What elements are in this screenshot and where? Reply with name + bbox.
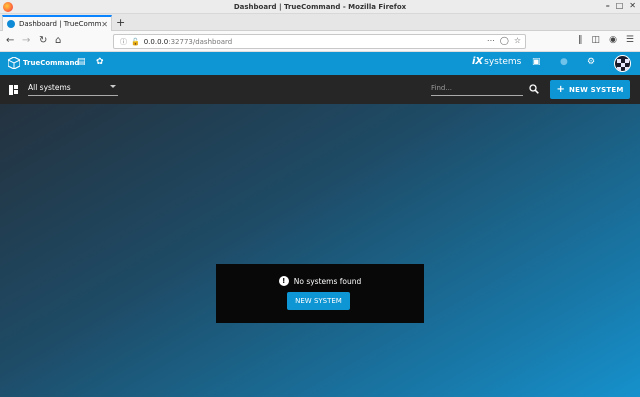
reader-icon[interactable]: ◉ xyxy=(609,35,617,45)
plus-icon: + xyxy=(556,84,566,95)
truecommand-logo[interactable]: TrueCommand xyxy=(8,57,79,69)
browser-tab[interactable]: Dashboard | TrueCommand ✕ xyxy=(2,15,112,31)
ix-mark: iX xyxy=(472,56,484,67)
tab-title: Dashboard | TrueCommand xyxy=(19,20,102,28)
dashboard-grid-icon[interactable] xyxy=(9,85,19,95)
image-icon[interactable]: ▤ xyxy=(77,57,86,67)
url-actions: ⋯ ◯ ☆ xyxy=(487,36,521,45)
url-bar[interactable]: ⓘ 🔓 0.0.0.0:32773/dashboard ⋯ ◯ ☆ xyxy=(113,34,526,49)
news-icon[interactable]: ▣ xyxy=(532,57,541,67)
info-icon[interactable]: ⓘ xyxy=(120,37,127,47)
chevron-down-icon xyxy=(110,85,116,88)
maximize-icon[interactable]: □ xyxy=(616,1,624,10)
new-tab-button[interactable]: + xyxy=(116,16,125,29)
app-header: TrueCommand ▤ ✿ iX systems ▣ ● ⚙ xyxy=(0,52,640,75)
library-icon[interactable]: ‖ xyxy=(578,35,583,45)
gear-icon[interactable]: ⚙ xyxy=(587,57,595,67)
user-avatar[interactable] xyxy=(614,55,631,72)
window-title: Dashboard | TrueCommand - Mozilla Firefo… xyxy=(233,2,407,11)
system-select-value: All systems xyxy=(28,83,71,92)
palette-icon[interactable]: ✿ xyxy=(96,57,104,67)
sidebar-icon[interactable]: ◫ xyxy=(592,35,601,45)
bell-icon[interactable]: ● xyxy=(560,57,568,67)
tab-close-icon[interactable]: ✕ xyxy=(101,20,108,29)
firefox-logo-icon xyxy=(3,2,13,12)
brand-name: TrueCommand xyxy=(23,59,80,67)
info-icon: ! xyxy=(278,276,289,286)
truecommand-cube-icon xyxy=(8,57,20,69)
url-path: :32773/dashboard xyxy=(168,37,233,46)
reload-icon[interactable]: ↻ xyxy=(39,35,47,47)
home-icon[interactable]: ⌂ xyxy=(55,35,61,47)
empty-state-message: ! No systems found xyxy=(216,276,424,286)
find-input[interactable]: Find... xyxy=(431,81,523,96)
truecommand-favicon-icon xyxy=(7,20,15,28)
new-system-button[interactable]: + NEW SYSTEM xyxy=(550,80,630,99)
close-window-icon[interactable]: ✕ xyxy=(629,1,636,10)
search-icon[interactable] xyxy=(529,84,539,94)
empty-state-card: ! No systems found NEW SYSTEM xyxy=(216,264,424,323)
tab-strip: Dashboard | TrueCommand ✕ + xyxy=(0,14,640,31)
page-actions-icon[interactable]: ⋯ xyxy=(487,36,495,45)
empty-new-system-button[interactable]: NEW SYSTEM xyxy=(287,292,350,310)
vendor-name: systems xyxy=(484,56,522,67)
empty-state-text: No systems found xyxy=(293,276,362,286)
dashboard-area: ! No systems found NEW SYSTEM xyxy=(0,104,640,397)
pocket-icon[interactable]: ◯ xyxy=(500,36,509,45)
forward-arrow-icon[interactable]: → xyxy=(22,35,30,47)
insecure-lock-icon[interactable]: 🔓 xyxy=(131,38,140,46)
browser-toolbar-right: ‖ ◫ ◉ ☰ xyxy=(578,35,634,45)
system-select[interactable]: All systems xyxy=(28,81,118,96)
systems-toolbar: All systems Find... + NEW SYSTEM xyxy=(0,75,640,104)
new-system-label: NEW SYSTEM xyxy=(569,85,624,94)
hamburger-menu-icon[interactable]: ☰ xyxy=(626,35,634,45)
window-controls: – □ ✕ xyxy=(606,1,636,10)
minimize-icon[interactable]: – xyxy=(606,1,610,10)
back-arrow-icon[interactable]: ← xyxy=(6,35,14,47)
bookmark-star-icon[interactable]: ☆ xyxy=(514,36,521,45)
window-titlebar: Dashboard | TrueCommand - Mozilla Firefo… xyxy=(0,0,640,14)
url-host: 0.0.0.0 xyxy=(143,37,169,46)
navigation-bar: ← → ↻ ⌂ ⓘ 🔓 0.0.0.0:32773/dashboard ⋯ ◯ … xyxy=(0,31,640,52)
ixsystems-logo: iX systems xyxy=(472,56,521,67)
